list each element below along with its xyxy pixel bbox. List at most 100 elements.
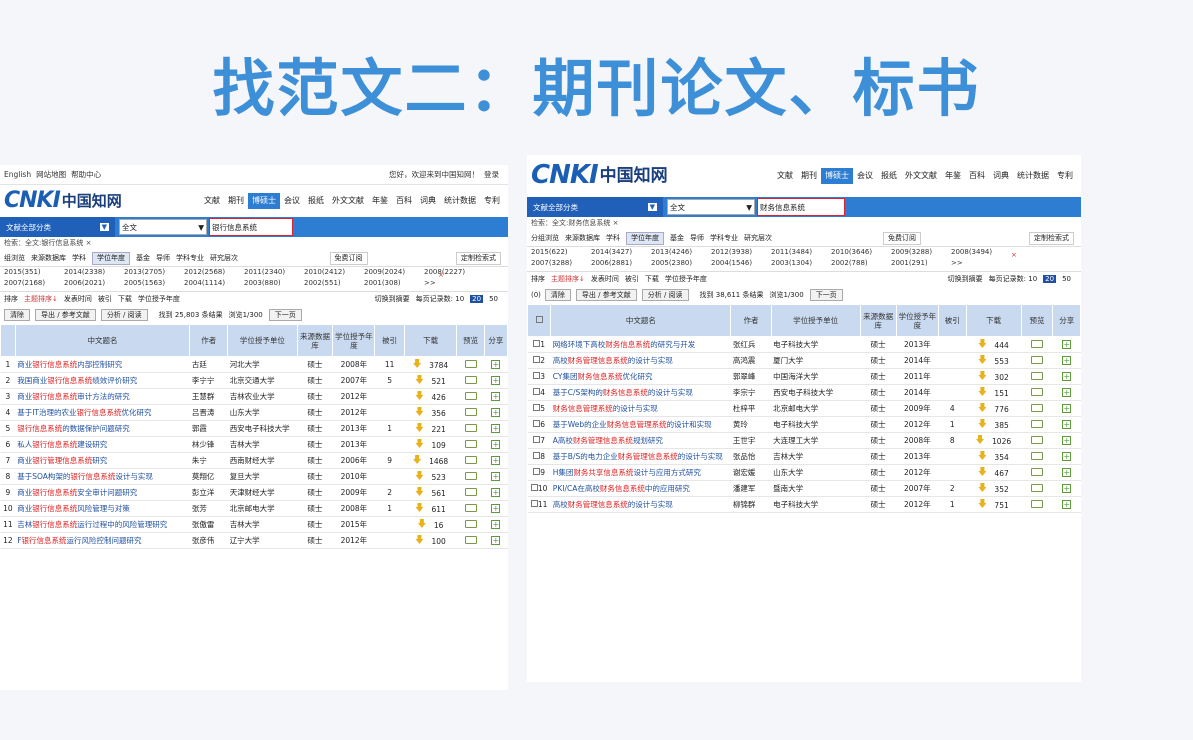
field-select[interactable]: 全文 ▼ bbox=[119, 219, 207, 235]
page-size-option[interactable]: 切换到摘要 bbox=[375, 295, 410, 303]
author[interactable]: 李宁宁 bbox=[189, 372, 228, 389]
next-page-button[interactable]: 下一页 bbox=[809, 288, 843, 302]
author[interactable]: 吕晋涛 bbox=[189, 404, 228, 421]
degree-unit[interactable]: 北京邮电大学 bbox=[771, 400, 861, 417]
nav-tab[interactable]: 词典 bbox=[416, 193, 440, 209]
title-link[interactable]: 基于Web的企业财务信息管理系统的设计和实现 bbox=[550, 416, 731, 433]
next-page-button[interactable]: 下一页 bbox=[268, 308, 302, 322]
title-link[interactable]: 商业银行信息系统风险管理与对策 bbox=[15, 500, 190, 517]
sort-option[interactable]: 主题排序↓ bbox=[551, 275, 585, 283]
title-link[interactable]: 我国商业银行信息系统绩效评价研究 bbox=[15, 372, 190, 389]
author[interactable]: 王世宇 bbox=[730, 432, 772, 449]
sort-option[interactable]: 下载 bbox=[118, 295, 132, 303]
year-link[interactable]: 2012(3938) bbox=[711, 248, 771, 259]
degree-unit[interactable]: 暨南大学 bbox=[771, 480, 861, 497]
nav-tab[interactable]: 年鉴 bbox=[941, 168, 965, 184]
title-link[interactable]: H集团财务共享信息系统设计与应用方式研究 bbox=[550, 464, 731, 481]
nav-tab[interactable]: 期刊 bbox=[224, 193, 248, 209]
sort-option[interactable]: 发表时间 bbox=[591, 275, 619, 283]
download-icon[interactable] bbox=[413, 455, 422, 464]
year-link[interactable]: 2012(2568) bbox=[184, 268, 244, 279]
close-icon[interactable]: × bbox=[1011, 251, 1071, 259]
row-checkbox[interactable] bbox=[530, 484, 538, 491]
download-icon[interactable] bbox=[978, 371, 987, 380]
title-link[interactable]: 商业银行信息系统内部控制研究 bbox=[15, 356, 190, 373]
year-link[interactable]: 2010(2412) bbox=[304, 268, 364, 279]
download-icon[interactable] bbox=[415, 423, 424, 432]
book-preview-icon[interactable] bbox=[1031, 451, 1044, 460]
year-link[interactable]: 2011(3484) bbox=[771, 248, 831, 259]
author[interactable]: 张红兵 bbox=[730, 336, 772, 353]
degree-unit[interactable]: 厦门大学 bbox=[771, 352, 861, 369]
field-select[interactable]: 全文 ▼ bbox=[667, 199, 755, 215]
keyword-input[interactable]: 银行信息系统 bbox=[209, 218, 293, 236]
book-preview-icon[interactable] bbox=[1031, 499, 1044, 508]
year-link[interactable]: 2001(291) bbox=[891, 259, 951, 270]
author[interactable]: 柳锦群 bbox=[730, 496, 772, 513]
page-size-option[interactable]: 20 bbox=[1043, 274, 1057, 284]
download-icon[interactable] bbox=[978, 419, 987, 428]
degree-unit[interactable]: 吉林大学 bbox=[227, 436, 298, 453]
nav-tab[interactable]: 文献 bbox=[200, 193, 224, 209]
download-icon[interactable] bbox=[978, 451, 987, 460]
year-link[interactable]: >> bbox=[951, 259, 1011, 270]
page-size-option[interactable]: 50 bbox=[489, 295, 498, 303]
book-preview-icon[interactable] bbox=[1031, 339, 1044, 348]
download-icon[interactable] bbox=[978, 483, 987, 492]
author[interactable]: 李宗宁 bbox=[730, 384, 772, 401]
year-link[interactable]: 2013(2705) bbox=[124, 268, 184, 279]
degree-unit[interactable]: 西安电子科技大学 bbox=[771, 384, 861, 401]
title-link[interactable]: F银行信息系统运行风险控制问题研究 bbox=[15, 532, 190, 549]
group-tab[interactable]: 组浏览 bbox=[4, 254, 25, 262]
download-icon[interactable] bbox=[415, 487, 424, 496]
title-link[interactable]: 银行信息系统的数据保护问题研究 bbox=[15, 420, 190, 437]
group-tab[interactable]: 基金 bbox=[670, 234, 684, 242]
degree-unit[interactable]: 西南财经大学 bbox=[227, 452, 298, 469]
nav-tab[interactable]: 年鉴 bbox=[368, 193, 392, 209]
group-action-button[interactable]: 定制检索式 bbox=[456, 252, 501, 265]
plus-share-icon[interactable]: + bbox=[1062, 356, 1072, 365]
title-link[interactable]: 商业银行信息系统安全审计问题研究 bbox=[15, 484, 190, 501]
nav-tab[interactable]: 专利 bbox=[480, 193, 504, 209]
title-link[interactable]: 高校财务管理信息系统的设计与实现 bbox=[550, 496, 731, 513]
degree-unit[interactable]: 天津财经大学 bbox=[227, 484, 298, 501]
nav-tab[interactable]: 百科 bbox=[965, 168, 989, 184]
group-action-button[interactable]: 免费订阅 bbox=[883, 232, 921, 245]
author[interactable]: 张彦伟 bbox=[189, 532, 228, 549]
author[interactable]: 黄玲 bbox=[730, 416, 772, 433]
title-link[interactable]: 财务信息管理系统的设计与实现 bbox=[550, 400, 731, 417]
degree-unit[interactable]: 山东大学 bbox=[227, 404, 298, 421]
nav-tab[interactable]: 博硕士 bbox=[248, 193, 280, 209]
title-link[interactable]: 吉林银行信息系统运行过程中的风险管理研究 bbox=[15, 516, 190, 533]
download-icon[interactable] bbox=[417, 519, 426, 528]
author[interactable]: 高鸿震 bbox=[730, 352, 772, 369]
plus-share-icon[interactable]: + bbox=[491, 408, 501, 417]
year-link[interactable]: 2001(308) bbox=[364, 279, 424, 290]
book-preview-icon[interactable] bbox=[464, 503, 477, 512]
download-icon[interactable] bbox=[415, 471, 424, 480]
year-link[interactable]: 2005(2380) bbox=[651, 259, 711, 270]
download-icon[interactable] bbox=[978, 403, 987, 412]
title-link[interactable]: 网络环境下高校财务信息系统的研究与开发 bbox=[550, 336, 731, 353]
nav-tab[interactable]: 统计数据 bbox=[440, 193, 480, 209]
degree-unit[interactable]: 吉林大学 bbox=[227, 516, 298, 533]
plus-share-icon[interactable]: + bbox=[491, 536, 501, 545]
download-icon[interactable] bbox=[415, 535, 424, 544]
year-link[interactable]: 2009(3288) bbox=[891, 248, 951, 259]
plus-share-icon[interactable]: + bbox=[491, 520, 501, 529]
book-preview-icon[interactable] bbox=[464, 375, 477, 384]
group-tab[interactable]: 学位年度 bbox=[92, 252, 130, 265]
year-link[interactable]: 2009(2024) bbox=[364, 268, 424, 279]
book-preview-icon[interactable] bbox=[464, 471, 477, 480]
page-size-option[interactable]: 每页记录数: 10 bbox=[416, 295, 465, 303]
author[interactable]: 潘建军 bbox=[730, 480, 772, 497]
year-link[interactable]: 2007(3288) bbox=[531, 259, 591, 270]
author[interactable]: 张傲雷 bbox=[189, 516, 228, 533]
sort-option[interactable]: 主题排序↓ bbox=[24, 295, 58, 303]
book-preview-icon[interactable] bbox=[464, 359, 477, 368]
title-link[interactable]: 商业银行管理信息系统研究 bbox=[15, 452, 190, 469]
book-preview-icon[interactable] bbox=[464, 407, 477, 416]
download-icon[interactable] bbox=[978, 387, 987, 396]
group-action-button[interactable]: 定制检索式 bbox=[1029, 232, 1074, 245]
year-link[interactable]: 2002(551) bbox=[304, 279, 364, 290]
